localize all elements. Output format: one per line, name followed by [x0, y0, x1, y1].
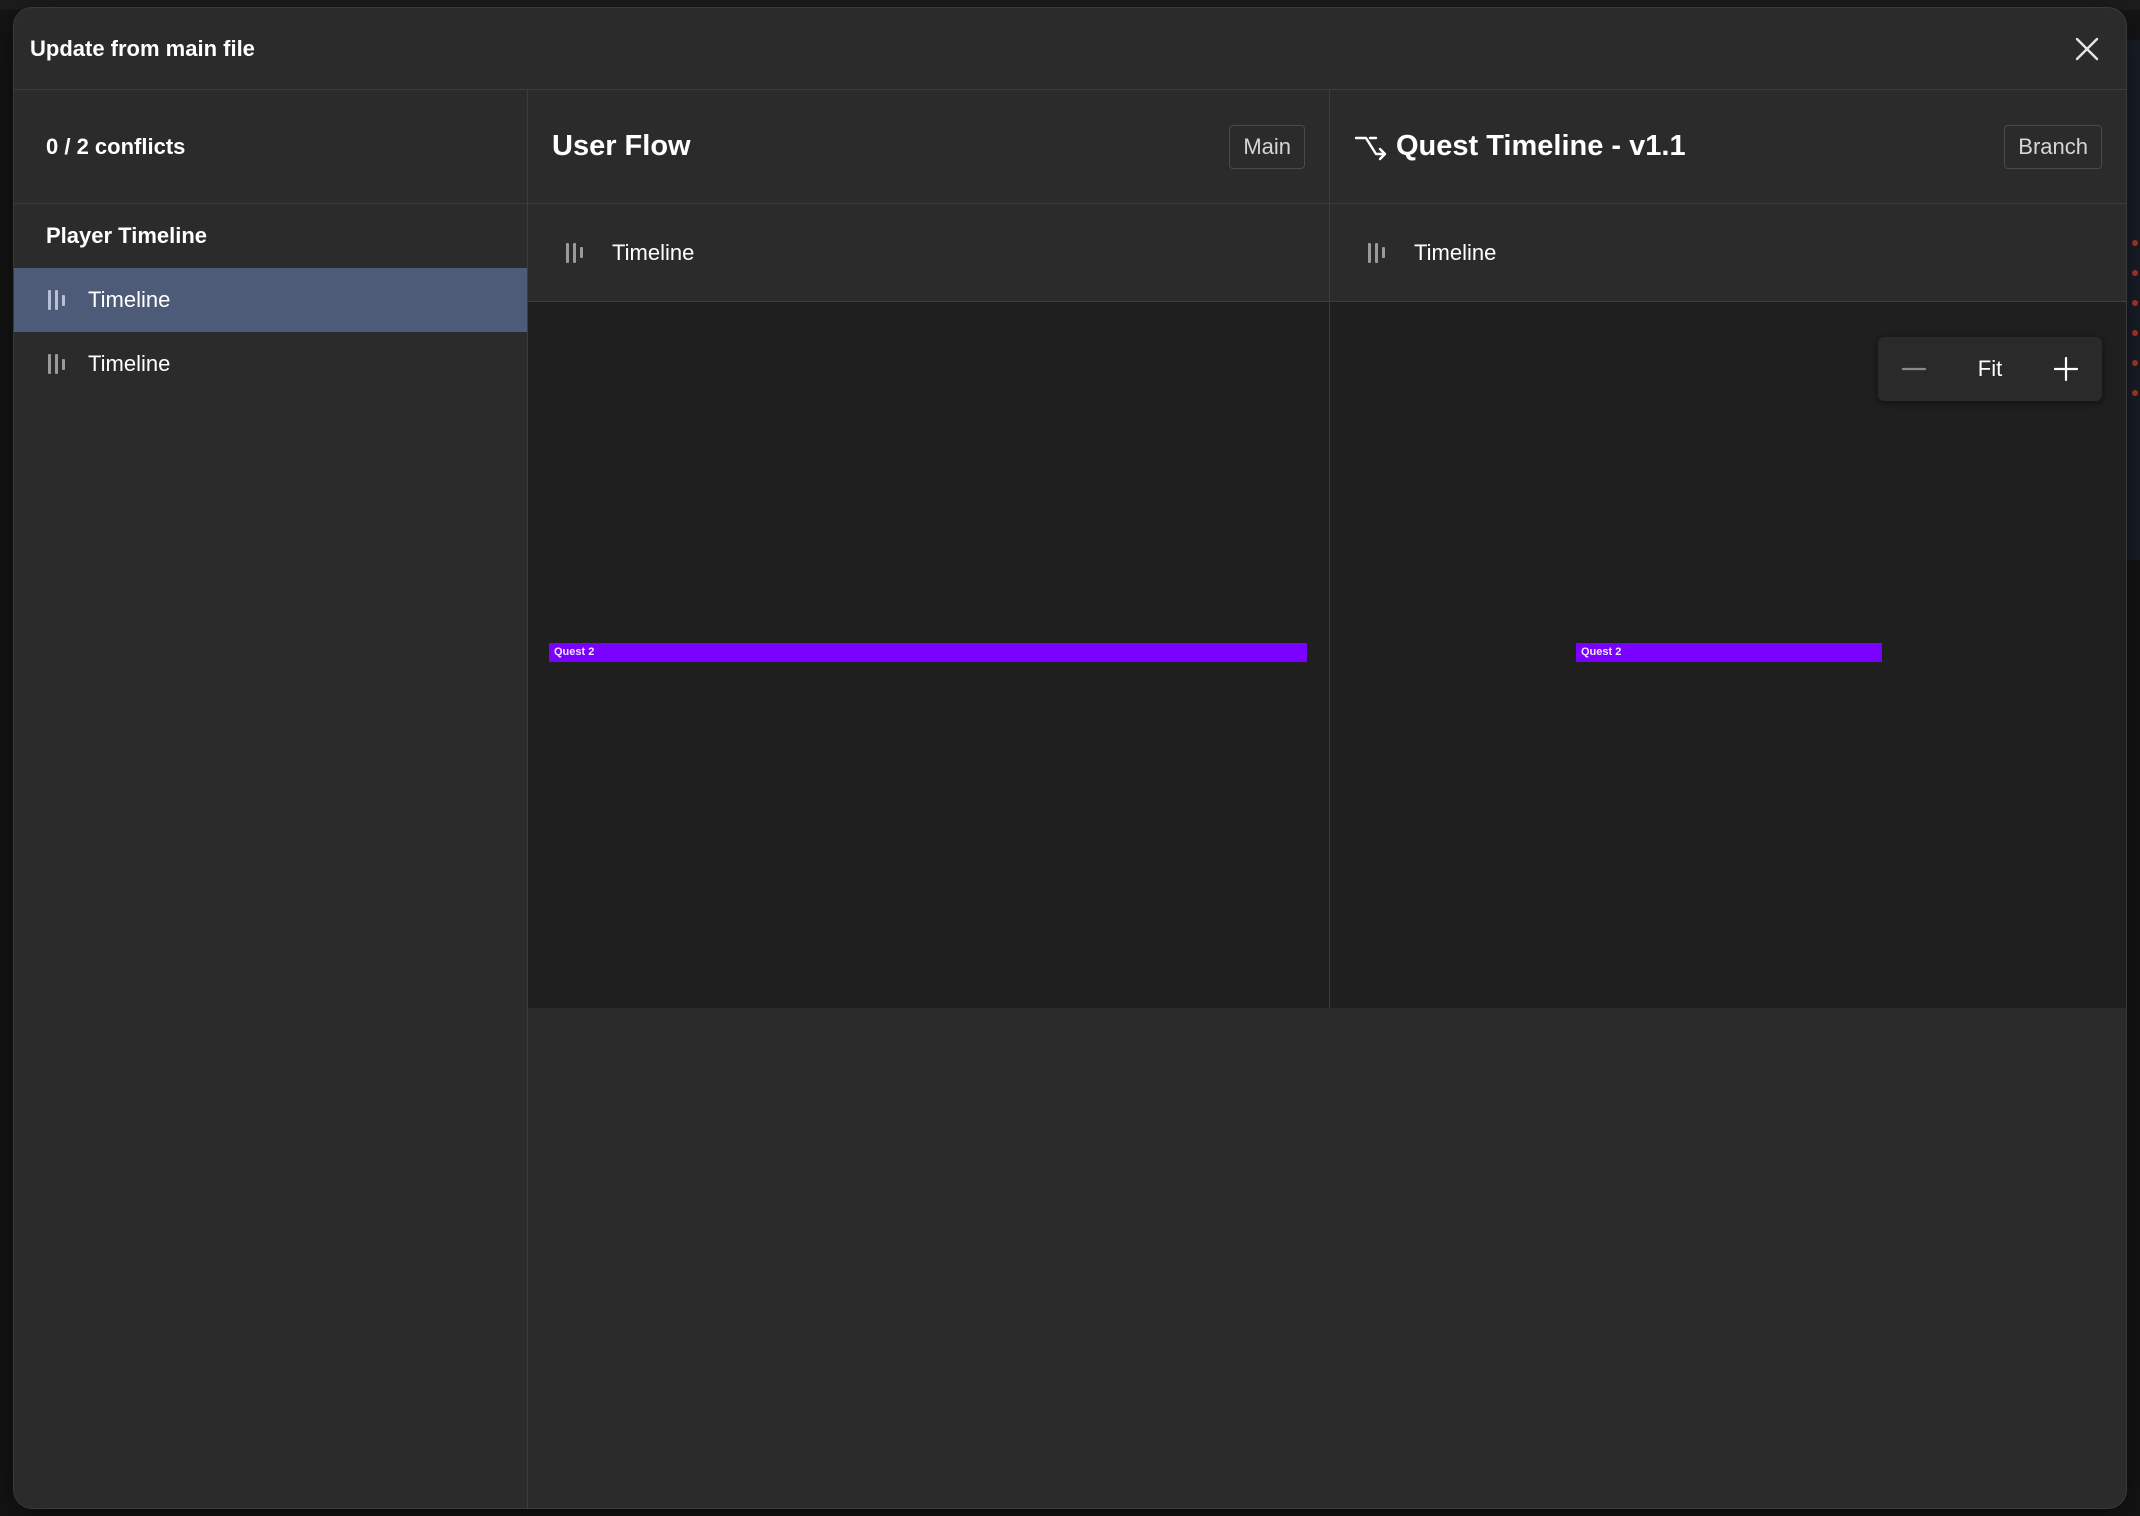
main-layer-row: Timeline — [528, 204, 1329, 302]
conflict-counter: 0 / 2 conflicts — [14, 90, 527, 204]
background-dot — [2132, 300, 2138, 306]
timeline-icon — [566, 242, 590, 264]
zoom-fit-button[interactable]: Fit — [1978, 356, 2002, 382]
timeline-icon — [1368, 242, 1392, 264]
plus-icon — [2053, 356, 2079, 382]
background-dot — [2132, 240, 2138, 246]
conflict-sidebar: 0 / 2 conflicts Player Timeline Timeline… — [14, 90, 528, 1508]
timeline-icon — [48, 289, 72, 311]
zoom-in-button[interactable] — [2046, 349, 2086, 389]
dialog-header: Update from main file — [14, 8, 2126, 90]
main-layer-label: Timeline — [612, 239, 695, 265]
zoom-out-button[interactable] — [1894, 349, 1934, 389]
main-version-pane: User Flow Main Timeline Quest 2 — [528, 90, 1330, 1008]
background-dot — [2132, 360, 2138, 366]
branch-pane-title: Quest Timeline - v1.1 — [1396, 130, 1686, 162]
branch-layer-label: Timeline — [1414, 239, 1497, 265]
main-pane-title: User Flow — [552, 130, 691, 162]
zoom-controls: Fit — [1878, 337, 2102, 401]
main-badge: Main — [1229, 125, 1305, 169]
main-pane-header: User Flow Main — [528, 90, 1329, 204]
main-preview-canvas[interactable]: Quest 2 — [528, 302, 1329, 1008]
conflict-item-timeline-1[interactable]: Timeline — [14, 268, 527, 332]
branch-layer-row: Timeline — [1330, 204, 2126, 302]
branch-version-pane: Quest Timeline - v1.1 Branch Timeline Qu… — [1330, 90, 2126, 1008]
branch-icon — [1354, 136, 1387, 160]
quest-bar: Quest 2 — [549, 643, 1307, 662]
update-dialog: Update from main file 0 / 2 conflicts Pl… — [14, 8, 2126, 1508]
background-dot — [2132, 390, 2138, 396]
branch-preview-canvas[interactable]: Quest 2 Fit — [1330, 302, 2126, 1008]
conflict-group-title: Player Timeline — [46, 223, 208, 248]
quest-bar: Quest 2 — [1576, 643, 1882, 662]
branch-pane-header: Quest Timeline - v1.1 Branch — [1330, 90, 2126, 204]
branch-badge: Branch — [2004, 125, 2102, 169]
close-icon — [2075, 37, 2099, 61]
background-app-panel — [2126, 40, 2140, 560]
close-button[interactable] — [2070, 32, 2104, 66]
background-dot — [2132, 330, 2138, 336]
minus-icon — [1901, 367, 1927, 371]
conflict-item-label: Timeline — [88, 287, 171, 312]
conflict-item-timeline-2[interactable]: Timeline — [14, 332, 527, 396]
dialog-title: Update from main file — [30, 35, 255, 61]
conflict-item-label: Timeline — [88, 351, 171, 376]
background-dot — [2132, 270, 2138, 276]
timeline-icon — [48, 353, 72, 375]
